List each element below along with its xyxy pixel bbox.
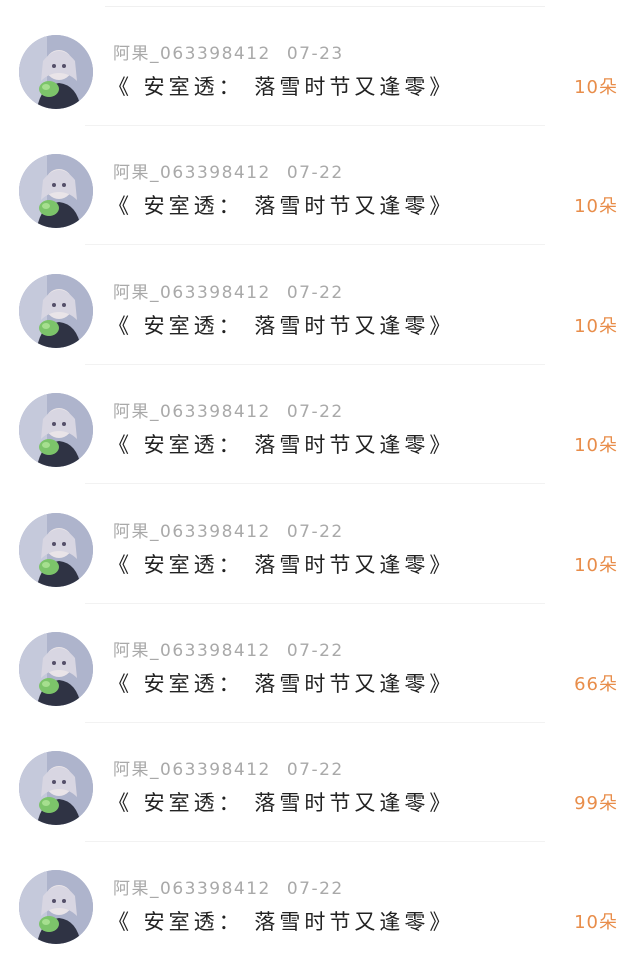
- gift-count: 66朵: [574, 674, 618, 695]
- avatar-icon[interactable]: [19, 513, 93, 587]
- username[interactable]: 阿果_063398412: [113, 402, 271, 422]
- story-title[interactable]: 《 安室透： 落雪时节又逢零》: [108, 72, 454, 102]
- username[interactable]: 阿果_063398412: [113, 283, 271, 303]
- list-item[interactable]: 阿果_063398412 07-23 《 安室透： 落雪时节又逢零》 10朵: [0, 7, 640, 126]
- item-meta: 阿果_063398412 07-22: [113, 282, 344, 304]
- list-item[interactable]: 阿果_063398412 07-22 《 安室透： 落雪时节又逢零》 10朵: [0, 126, 640, 245]
- username[interactable]: 阿果_063398412: [113, 44, 271, 64]
- avatar-icon[interactable]: [19, 154, 93, 228]
- username[interactable]: 阿果_063398412: [113, 879, 271, 899]
- divider: [85, 483, 545, 484]
- gift-record-list: 阿果_063398412 07-23 《 安室透： 落雪时节又逢零》 10朵 阿果…: [0, 0, 640, 960]
- date: 07-22: [286, 283, 344, 303]
- date: 07-23: [286, 44, 344, 64]
- story-title[interactable]: 《 安室透： 落雪时节又逢零》: [108, 430, 454, 460]
- username[interactable]: 阿果_063398412: [113, 641, 271, 661]
- username[interactable]: 阿果_063398412: [113, 760, 271, 780]
- list-item[interactable]: 阿果_063398412 07-22 《 安室透： 落雪时节又逢零》 10朵: [0, 246, 640, 365]
- list-item[interactable]: 阿果_063398412 07-22 《 安室透： 落雪时节又逢零》 66朵: [0, 604, 640, 723]
- gift-count: 10朵: [574, 435, 618, 456]
- list-item[interactable]: 阿果_063398412 07-22 《 安室透： 落雪时节又逢零》 10朵: [0, 485, 640, 604]
- gift-count: 10朵: [574, 316, 618, 337]
- divider: [85, 244, 545, 245]
- date: 07-22: [286, 163, 344, 183]
- username[interactable]: 阿果_063398412: [113, 522, 271, 542]
- avatar-icon[interactable]: [19, 632, 93, 706]
- gift-count: 99朵: [574, 793, 618, 814]
- list-item[interactable]: 阿果_063398412 07-22 《 安室透： 落雪时节又逢零》 10朵: [0, 842, 640, 961]
- story-title[interactable]: 《 安室透： 落雪时节又逢零》: [108, 191, 454, 221]
- avatar-icon[interactable]: [19, 751, 93, 825]
- story-title[interactable]: 《 安室透： 落雪时节又逢零》: [108, 311, 454, 341]
- username[interactable]: 阿果_063398412: [113, 163, 271, 183]
- item-meta: 阿果_063398412 07-22: [113, 759, 344, 781]
- story-title[interactable]: 《 安室透： 落雪时节又逢零》: [108, 669, 454, 699]
- avatar-icon[interactable]: [19, 393, 93, 467]
- date: 07-22: [286, 402, 344, 422]
- story-title[interactable]: 《 安室透： 落雪时节又逢零》: [108, 788, 454, 818]
- item-meta: 阿果_063398412 07-22: [113, 878, 344, 900]
- story-title[interactable]: 《 安室透： 落雪时节又逢零》: [108, 907, 454, 937]
- avatar-icon[interactable]: [19, 274, 93, 348]
- gift-count: 10朵: [574, 77, 618, 98]
- gift-count: 10朵: [574, 555, 618, 576]
- story-title[interactable]: 《 安室透： 落雪时节又逢零》: [108, 550, 454, 580]
- item-meta: 阿果_063398412 07-23: [113, 43, 344, 65]
- item-meta: 阿果_063398412 07-22: [113, 521, 344, 543]
- avatar-icon[interactable]: [19, 35, 93, 109]
- gift-count: 10朵: [574, 196, 618, 217]
- gift-count: 10朵: [574, 912, 618, 933]
- item-meta: 阿果_063398412 07-22: [113, 401, 344, 423]
- item-meta: 阿果_063398412 07-22: [113, 640, 344, 662]
- date: 07-22: [286, 760, 344, 780]
- list-item[interactable]: 阿果_063398412 07-22 《 安室透： 落雪时节又逢零》 99朵: [0, 723, 640, 842]
- date: 07-22: [286, 879, 344, 899]
- item-meta: 阿果_063398412 07-22: [113, 162, 344, 184]
- avatar-icon[interactable]: [19, 870, 93, 944]
- list-item[interactable]: 阿果_063398412 07-22 《 安室透： 落雪时节又逢零》 10朵: [0, 365, 640, 484]
- date: 07-22: [286, 641, 344, 661]
- date: 07-22: [286, 522, 344, 542]
